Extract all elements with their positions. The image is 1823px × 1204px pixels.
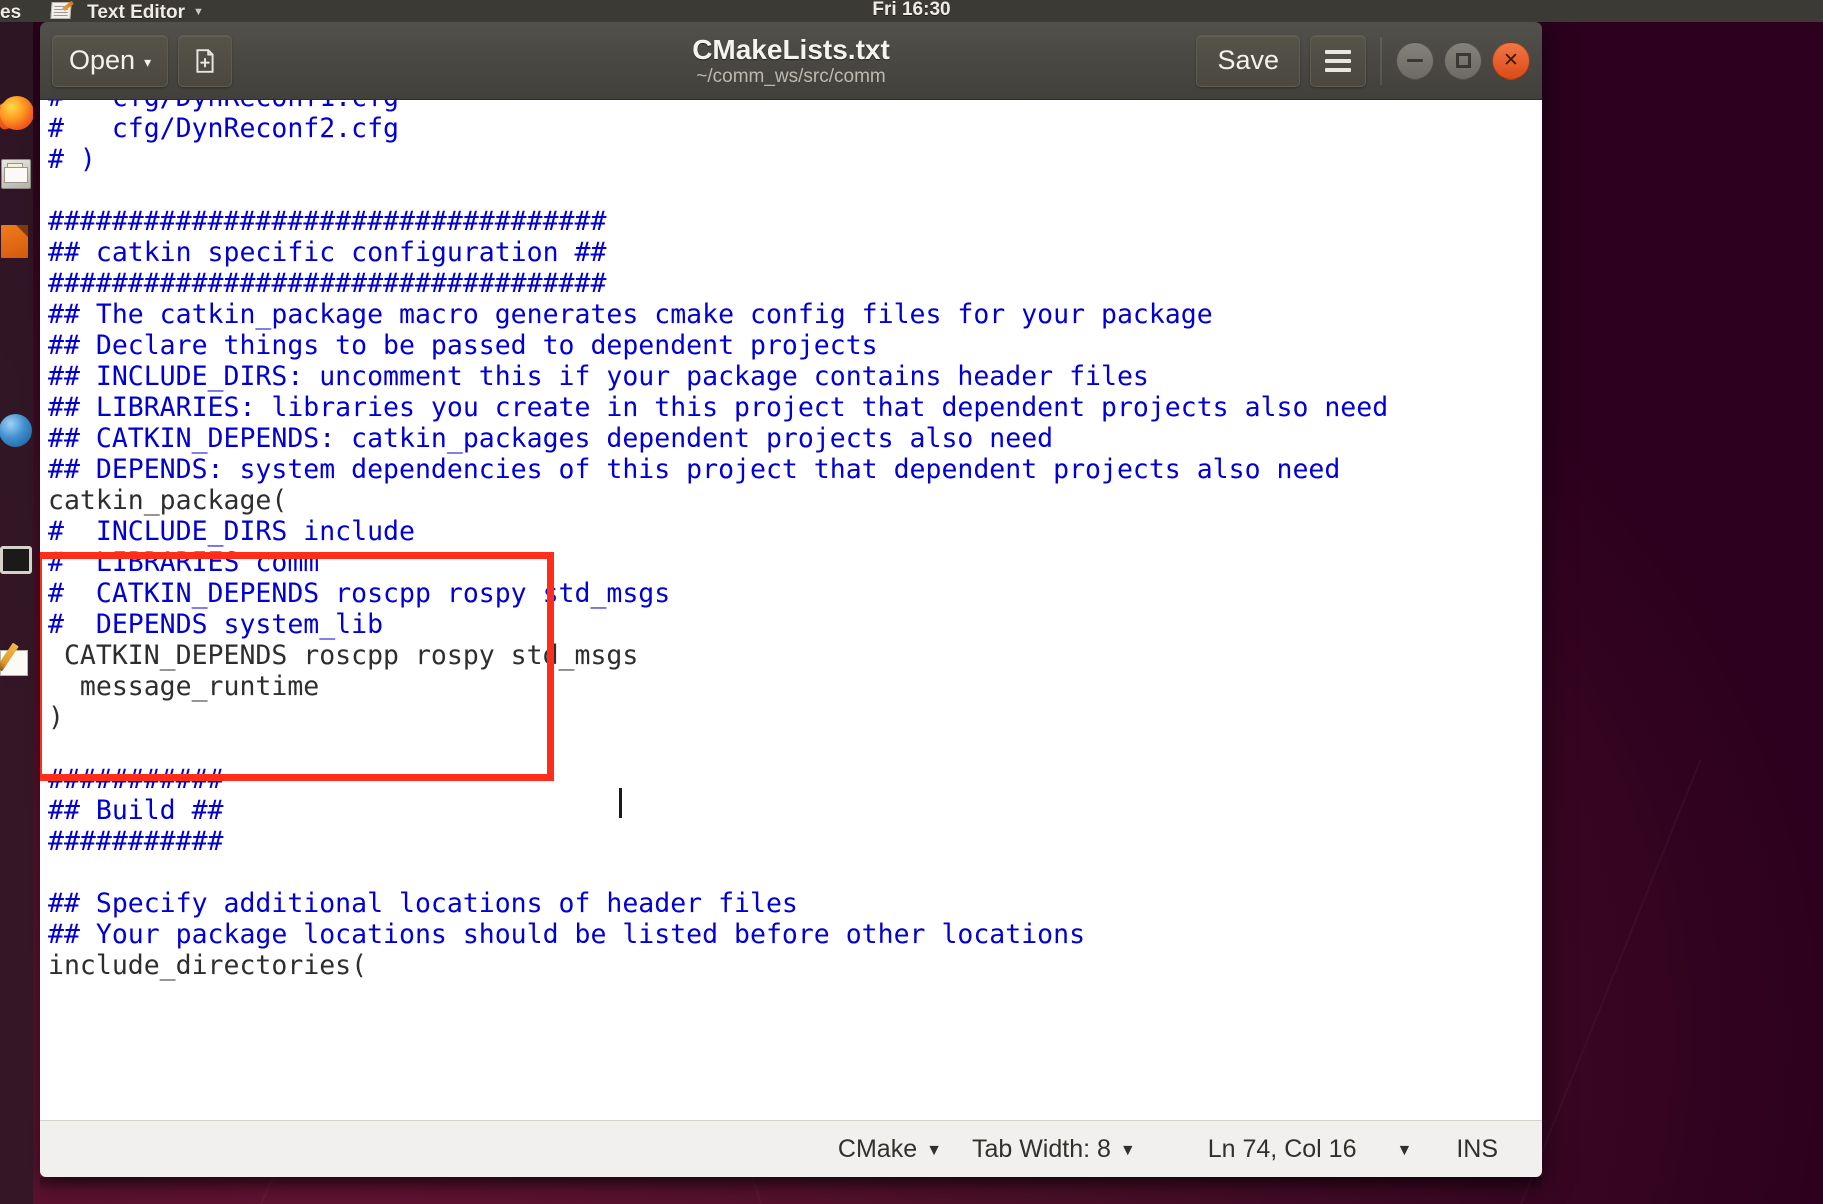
chevron-down-icon: ▾ — [144, 54, 152, 70]
code-line: ## Build ## — [48, 795, 224, 826]
header-right-controls: Save ✕ — [1196, 34, 1530, 87]
chevron-down-icon: ▼ — [1119, 1141, 1136, 1159]
tab-width-selector[interactable]: Tab Width: 8 ▼ — [972, 1135, 1136, 1164]
code-line: ## Your package locations should be list… — [48, 919, 1086, 950]
language-selector[interactable]: CMake ▼ — [838, 1135, 942, 1164]
code-line: # LIBRARIES comm — [48, 547, 320, 578]
text-editor-icon[interactable] — [0, 642, 33, 682]
hamburger-menu-icon — [1325, 49, 1351, 72]
code-line: # DEPENDS system_lib — [48, 609, 384, 640]
code-line: # cfg/DynReconf1.cfg — [48, 100, 399, 113]
text-cursor — [619, 788, 622, 818]
code-line: ## CATKIN_DEPENDS: catkin_packages depen… — [48, 423, 1054, 454]
status-bar: CMake ▼ Tab Width: 8 ▼ Ln 74, Col 16 ▼ I… — [40, 1120, 1542, 1177]
code-line: ## LIBRARIES: libraries you create in th… — [48, 392, 1389, 423]
cursor-position-label: Ln 74, Col 16 — [1207, 1134, 1357, 1163]
cursor-position: Ln 74, Col 16 — [1208, 1135, 1357, 1164]
terminal-icon[interactable] — [0, 542, 33, 582]
chevron-down-icon: ▼ — [926, 1141, 942, 1159]
code-line: # INCLUDE_DIRS include — [48, 516, 415, 547]
maximize-icon — [1455, 53, 1471, 68]
minimize-button[interactable] — [1396, 41, 1434, 80]
code-line: message_runtime — [48, 671, 320, 702]
browser-globe-icon[interactable] — [0, 412, 33, 452]
header-divider — [1380, 36, 1382, 85]
close-button[interactable]: ✕ — [1492, 41, 1530, 80]
code-line: catkin_package( — [48, 485, 288, 516]
code-line: ## INCLUDE_DIRS: uncomment this if your … — [48, 361, 1149, 392]
save-button[interactable]: Save — [1196, 34, 1300, 87]
code-line: ## Specify additional locations of heade… — [48, 888, 798, 919]
open-button[interactable]: Open ▾ — [52, 34, 169, 87]
hamburger-menu-button[interactable] — [1310, 34, 1366, 87]
text-editor-view[interactable]: # cfg/DynReconf1.cfg # cfg/DynReconf2.cf… — [40, 100, 1542, 1120]
file-path-subtitle: ~/comm_ws/src/comm — [696, 65, 886, 87]
new-document-button[interactable] — [178, 34, 233, 87]
code-line: ) — [48, 702, 64, 733]
code-line: ########### — [48, 826, 224, 857]
tab-width-label: Tab Width: 8 — [971, 1134, 1111, 1163]
language-label: CMake — [837, 1134, 918, 1163]
panel-clock[interactable]: Fri 16:30 — [0, 0, 1823, 19]
code-line: ## DEPENDS: system dependencies of this … — [48, 454, 1341, 485]
close-icon: ✕ — [1503, 50, 1519, 71]
writer-icon[interactable] — [0, 222, 33, 262]
new-document-icon — [196, 48, 214, 73]
chevron-down-icon[interactable]: ▼ — [1396, 1142, 1412, 1160]
minimize-icon — [1407, 59, 1423, 62]
gedit-window: Open ▾ CMakeLists.txt ~/comm_ws/src/comm… — [40, 22, 1542, 1177]
firefox-icon[interactable] — [0, 94, 33, 134]
code-line: include_directories( — [48, 950, 368, 981]
code-line: ## Declare things to be passed to depend… — [48, 330, 878, 361]
window-header-bar: Open ▾ CMakeLists.txt ~/comm_ws/src/comm… — [40, 22, 1542, 100]
insert-mode-indicator: INS — [1456, 1134, 1498, 1163]
unity-top-panel: es Text Editor ▼ Fri 16:30 — [0, 0, 1823, 22]
code-line: # cfg/DynReconf2.cfg — [48, 113, 399, 144]
document-text[interactable]: # cfg/DynReconf1.cfg # cfg/DynReconf2.cf… — [48, 100, 1388, 981]
page-title: CMakeLists.txt — [692, 33, 890, 65]
save-button-label: Save — [1217, 45, 1279, 75]
code-line: ################################### — [48, 206, 607, 237]
code-line: ################################### — [48, 268, 607, 299]
code-line: # ) — [48, 144, 96, 175]
code-line: CATKIN_DEPENDS roscpp rospy std_msgs — [48, 640, 639, 671]
maximize-button[interactable] — [1444, 41, 1482, 80]
open-button-label: Open — [69, 45, 136, 75]
code-line: ########### — [48, 764, 224, 795]
unity-launcher — [0, 22, 33, 1204]
code-line: ## The catkin_package macro generates cm… — [48, 299, 1213, 330]
code-line: # CATKIN_DEPENDS roscpp rospy std_msgs — [48, 578, 671, 609]
code-line: ## catkin specific configuration ## — [48, 237, 607, 268]
window-drop-shadow — [40, 1177, 1542, 1191]
files-icon[interactable] — [0, 155, 33, 195]
